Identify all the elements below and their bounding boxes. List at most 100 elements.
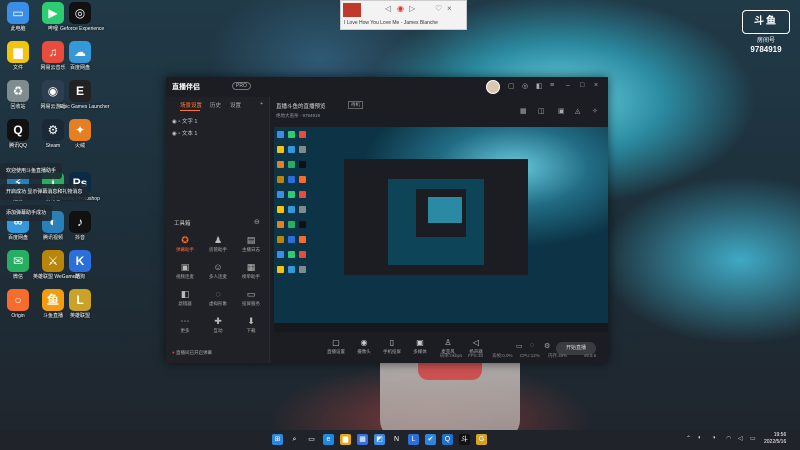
qq-task-icon[interactable]: Q xyxy=(442,434,453,445)
search-icon[interactable]: ⌕ xyxy=(289,434,300,445)
battery-icon[interactable]: ▭ xyxy=(750,435,756,442)
speaker-icon: ◁ xyxy=(472,338,480,347)
eye-icon[interactable]: ◉ xyxy=(172,131,177,137)
desktop-icon[interactable]: ◎ Geforce Experience xyxy=(60,2,104,32)
notion-icon[interactable]: N xyxy=(391,434,402,445)
title-bar[interactable]: 直播伴侣 PRO ▢ ◎ ◧ ≡ – □ × xyxy=(166,77,608,97)
desktop-icon[interactable]: ☁ 百度网盘 xyxy=(60,41,100,71)
feedback-icon[interactable]: ◎ xyxy=(522,82,528,90)
tray-expand-icon[interactable]: ⌃ xyxy=(686,435,691,442)
lark-icon[interactable]: L xyxy=(408,434,419,445)
add-scene-icon[interactable]: + xyxy=(260,101,263,107)
room-info[interactable]: 绝地大逃杀 · 9784919 xyxy=(276,113,320,119)
tool-button[interactable]: ▤ 主播日志 xyxy=(236,235,266,253)
nvidia-icon: ◎ xyxy=(69,2,91,24)
pc-icon: ▭ xyxy=(7,2,29,24)
preview-icon xyxy=(299,266,306,273)
minimize-icon[interactable]: – xyxy=(566,82,570,89)
preview-icon xyxy=(277,266,284,273)
wechat-task-icon[interactable]: ✔ xyxy=(425,434,436,445)
lyrics-icon[interactable]: ♡ xyxy=(435,4,442,13)
volume-icon[interactable]: ◁ xyxy=(738,435,743,442)
tool-button[interactable]: ▭ 投屏服务 xyxy=(236,289,266,307)
epic-icon: E xyxy=(69,80,91,102)
music-widget[interactable]: ◁ ◉ ▷ ♡ × I Love How You Love Me - James… xyxy=(340,0,467,30)
play-icon[interactable]: ◉ xyxy=(397,4,404,13)
lock-icon[interactable]: ▫ xyxy=(178,119,180,125)
layout-icon[interactable]: ▦ xyxy=(520,107,527,115)
status-bar: 码率:0kbps FPS:30 丢帧:0.0% CPU:12% 内存:45% v8.5.6 xyxy=(270,350,608,363)
watermark-room-number: 9784919 xyxy=(750,45,782,54)
lock-icon[interactable]: ▫ xyxy=(178,131,180,137)
source-row-1[interactable]: ◉ ▫ 文字 1 xyxy=(172,117,197,125)
tab-scenes[interactable]: 场景设置 xyxy=(180,101,202,109)
preview-icon xyxy=(277,191,284,198)
stream-preview[interactable] xyxy=(274,127,608,332)
tab-settings[interactable]: 设置 xyxy=(230,101,241,109)
prev-icon[interactable]: ◁ xyxy=(385,4,391,13)
message-icon[interactable]: ▢ xyxy=(508,82,515,90)
preview-icon xyxy=(288,146,295,153)
tool-label: 虚拟形象 xyxy=(209,301,227,306)
tool-label: 弹幕助手 xyxy=(176,247,194,252)
room-title[interactable]: 直播斗鱼的直播预览 xyxy=(276,102,326,110)
desktop-icon[interactable]: E Epic Games Launcher xyxy=(60,80,109,110)
menu-icon[interactable]: ≡ xyxy=(550,82,554,89)
beauty-icon[interactable]: ◌ xyxy=(530,342,534,349)
eye-icon[interactable]: ◉ xyxy=(172,119,177,125)
bell-icon[interactable]: ◬ xyxy=(575,107,580,115)
store-icon[interactable]: ▦ xyxy=(357,434,368,445)
preview-icon xyxy=(277,161,284,168)
desktop-icon[interactable]: ✦ 火绒 xyxy=(60,119,100,149)
tool-button[interactable]: ▦ 榜单助手 xyxy=(236,262,266,280)
tool-button[interactable]: ☺ 多人连麦 xyxy=(203,262,233,280)
record-icon[interactable]: ▣ xyxy=(558,107,565,115)
stream-settings-icon[interactable]: ⚙ xyxy=(544,342,550,350)
source-label: 文本 1 xyxy=(181,131,198,137)
tool-button[interactable]: ⬇ 下载 xyxy=(236,316,266,334)
maximize-icon[interactable]: □ xyxy=(580,82,584,89)
song-title: I Love How You Love Me - James Blanche xyxy=(344,20,438,26)
desktop-icon[interactable]: K 酷狗 xyxy=(60,250,100,280)
tool-button[interactable]: ◧ 滤镜器 xyxy=(170,289,200,307)
skin-icon[interactable]: ◧ xyxy=(536,82,543,90)
tool-label: 多人连麦 xyxy=(209,274,227,279)
wifi-icon[interactable]: ◠ xyxy=(726,435,731,442)
next-icon[interactable]: ▷ xyxy=(409,4,415,13)
camera-toggle-icon[interactable]: ▭ xyxy=(516,342,523,350)
tool-button[interactable]: ▣ 视频连麦 xyxy=(170,262,200,280)
lol2-icon: L xyxy=(69,289,91,311)
douyu-task-icon[interactable]: 斗 xyxy=(459,434,470,445)
toolbox-settings-icon[interactable]: ⊖ xyxy=(254,218,260,226)
tray-app2-icon[interactable]: ◑ xyxy=(712,435,716,441)
windows-icon[interactable]: ⊞ xyxy=(272,434,283,445)
preview-taskbar xyxy=(274,323,608,332)
tool-button[interactable]: ✪ 弹幕助手 xyxy=(170,235,200,253)
tray-app-icon[interactable]: ◐ xyxy=(698,435,702,441)
lock-scene-icon[interactable]: ◫ xyxy=(538,107,545,115)
explorer-icon[interactable]: ▆ xyxy=(340,434,351,445)
edge-icon[interactable]: e xyxy=(323,434,334,445)
tab-history[interactable]: 历史 xyxy=(210,101,221,109)
notification-1[interactable]: 欢迎使用斗鱼直播助手 xyxy=(0,163,63,179)
clock[interactable]: 19:56 2022/5/16 xyxy=(764,432,786,446)
photos-icon[interactable]: ◩ xyxy=(374,434,385,445)
close-icon[interactable]: × xyxy=(447,4,452,13)
taskview-icon[interactable]: ▭ xyxy=(306,434,317,445)
game-task-icon[interactable]: G xyxy=(476,434,487,445)
avatar[interactable] xyxy=(486,80,500,94)
notification-2[interactable]: 开启成功 显示弹幕消息和礼物消息 xyxy=(0,184,89,200)
tool-button[interactable]: ⋯ 更多 xyxy=(170,316,200,334)
preview-icon xyxy=(288,221,295,228)
toolbox-header: 工具箱 xyxy=(174,221,191,227)
desktop-icon[interactable]: L 英雄联盟 xyxy=(60,289,100,319)
left-status-text: 直播间已开启弹幕 xyxy=(175,350,212,355)
source-row-2[interactable]: ◉ ▫ 文本 1 xyxy=(172,129,197,137)
share-icon[interactable]: ✧ xyxy=(592,107,598,115)
tool-button[interactable]: ♟ 房管助手 xyxy=(203,235,233,253)
tool-button[interactable]: ◌ 虚拟形象 xyxy=(203,289,233,307)
close-window-icon[interactable]: × xyxy=(594,82,598,89)
notification-3[interactable]: 添加弹幕助手成功 xyxy=(0,205,53,221)
tool-button[interactable]: ✚ 互动 xyxy=(203,316,233,334)
desktop-icon[interactable]: ♪ 抖音 xyxy=(60,211,100,241)
